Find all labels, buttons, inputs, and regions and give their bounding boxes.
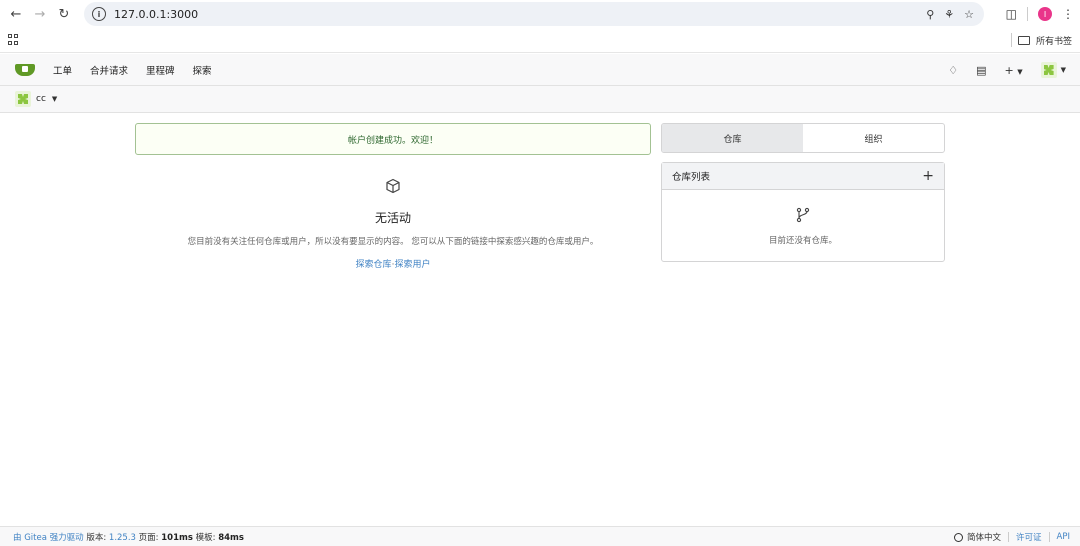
version-label: 版本: bbox=[86, 532, 107, 543]
tab-repositories[interactable]: 仓库 bbox=[662, 124, 803, 152]
all-bookmarks-label[interactable]: 所有书签 bbox=[1036, 34, 1072, 47]
success-flash: 帐户创建成功。欢迎！ bbox=[135, 123, 651, 155]
empty-description: 您目前没有关注任何仓库或用户，所以没有要显示的内容。 您可以从下面的链接中探索感… bbox=[187, 237, 599, 247]
notifications-icon[interactable]: ▤ bbox=[976, 64, 986, 77]
add-repo-icon[interactable]: + bbox=[922, 168, 934, 184]
nav-issues[interactable]: 工单 bbox=[53, 63, 72, 77]
page-time-value: 101ms bbox=[161, 532, 193, 543]
repo-list-panel: 仓库列表 + 目前还没有仓库。 bbox=[661, 162, 945, 262]
explore-links: 探索仓库·探索用户 bbox=[135, 257, 651, 270]
apps-grid-icon[interactable] bbox=[8, 34, 19, 45]
tab-organizations[interactable]: 组织 bbox=[803, 124, 944, 152]
nav-milestones[interactable]: 里程碑 bbox=[146, 63, 175, 77]
chevron-down-icon: ▼ bbox=[1060, 66, 1066, 74]
back-icon[interactable]: ← bbox=[4, 2, 28, 26]
folder-icon bbox=[1017, 35, 1030, 45]
bookmark-bar: 所有书签 bbox=[0, 28, 1080, 53]
footer-divider bbox=[1008, 532, 1010, 542]
menu-icon[interactable]: ⋮ bbox=[1062, 7, 1074, 21]
url-text[interactable]: 127.0.0.1:3000 bbox=[114, 8, 198, 21]
page-time-label: 页面: bbox=[138, 532, 159, 543]
chevron-down-icon: ▼ bbox=[1017, 67, 1023, 76]
page-footer: 由 Gitea 强力驱动 版本: 1.25.3 页面: 101ms 模板: 84… bbox=[0, 526, 1080, 546]
bookmark-divider bbox=[1010, 33, 1012, 47]
license-link[interactable]: 许可证 bbox=[1016, 531, 1042, 543]
empty-title: 无活动 bbox=[374, 211, 411, 225]
powered-by-link[interactable]: 由 Gitea 强力驱动 bbox=[13, 533, 84, 543]
zoom-icon[interactable]: ⚲ bbox=[926, 8, 934, 21]
profile-avatar[interactable]: I bbox=[1038, 7, 1052, 21]
footer-divider bbox=[1048, 532, 1050, 542]
address-bar[interactable]: i 127.0.0.1:3000 ⚲ ⚘ ☆ bbox=[84, 2, 984, 26]
password-key-icon[interactable]: ⚘ bbox=[944, 8, 954, 21]
version-value[interactable]: 1.25.3 bbox=[109, 533, 136, 543]
repo-list-header: 仓库列表 + bbox=[662, 163, 944, 190]
forward-icon[interactable]: → bbox=[28, 2, 52, 26]
context-user-name[interactable]: cc bbox=[36, 94, 46, 104]
globe-icon bbox=[954, 532, 964, 542]
chevron-down-icon[interactable]: ▼ bbox=[52, 95, 57, 103]
context-avatar-icon[interactable] bbox=[15, 91, 31, 107]
explore-repos-link[interactable]: 探索仓库 bbox=[356, 260, 392, 270]
user-avatar-icon bbox=[1040, 62, 1057, 78]
user-menu[interactable]: ▼ bbox=[1040, 62, 1066, 78]
nav-pull-requests[interactable]: 合并请求 bbox=[90, 63, 128, 77]
browser-toolbar: ← → ↻ i 127.0.0.1:3000 ⚲ ⚘ ☆ ◫ I ⋮ bbox=[0, 0, 1080, 28]
empty-feed: 无活动 您目前没有关注任何仓库或用户，所以没有要显示的内容。 您可以从下面的链接… bbox=[135, 178, 651, 270]
gitea-navbar: 工单 合并请求 里程碑 探索 ♢ ▤ + ▼ ▼ bbox=[0, 54, 1080, 86]
repo-fork-icon bbox=[796, 207, 810, 223]
create-menu[interactable]: + ▼ bbox=[1005, 64, 1023, 77]
language-selector[interactable]: 简体中文 bbox=[967, 531, 1001, 543]
template-time-value: 84ms bbox=[218, 532, 244, 543]
explore-users-link[interactable]: 探索用户 bbox=[394, 260, 430, 270]
context-switcher: cc ▼ bbox=[0, 86, 1080, 113]
reload-icon[interactable]: ↻ bbox=[52, 2, 76, 26]
dashboard-tabs: 仓库 组织 bbox=[661, 123, 945, 153]
bell-icon[interactable]: ♢ bbox=[948, 64, 958, 77]
repo-empty-text: 目前还没有仓库。 bbox=[768, 236, 837, 246]
package-icon bbox=[386, 178, 400, 194]
site-info-icon[interactable]: i bbox=[92, 7, 106, 21]
bookmark-star-icon[interactable]: ☆ bbox=[964, 8, 974, 21]
extensions-icon[interactable]: ◫ bbox=[1006, 7, 1017, 21]
gitea-logo-icon[interactable] bbox=[15, 63, 35, 76]
template-time-label: 模板: bbox=[195, 532, 216, 543]
repo-list-title: 仓库列表 bbox=[672, 172, 711, 183]
api-link[interactable]: API bbox=[1057, 532, 1070, 542]
toolbar-divider bbox=[1027, 7, 1028, 21]
flash-message: 帐户创建成功。欢迎！ bbox=[347, 135, 438, 146]
nav-explore[interactable]: 探索 bbox=[193, 63, 212, 77]
